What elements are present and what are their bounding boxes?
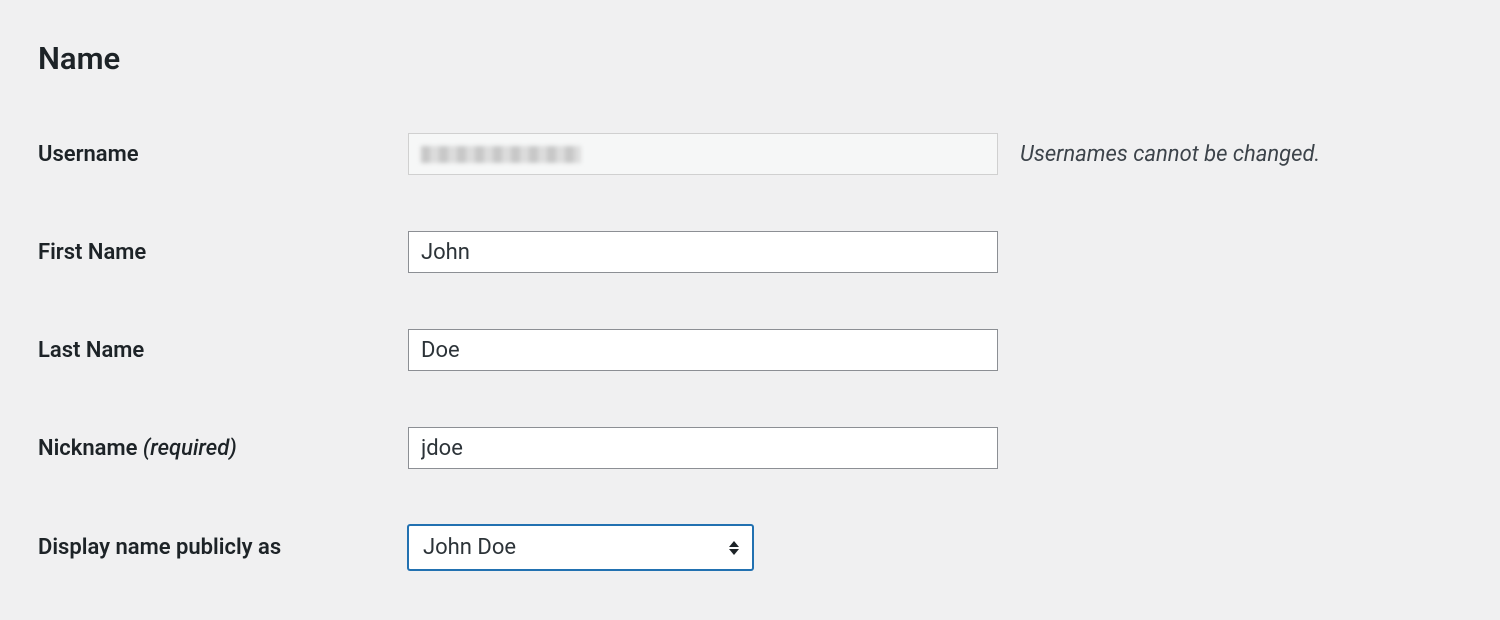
first-name-row: First Name <box>38 231 1462 273</box>
username-field <box>408 133 998 175</box>
nickname-required-text: (required) <box>143 436 237 461</box>
last-name-label: Last Name <box>38 338 408 363</box>
last-name-field[interactable] <box>408 329 998 371</box>
redacted-content <box>421 146 581 163</box>
section-heading: Name <box>38 40 1462 77</box>
display-name-row: Display name publicly as John Doe <box>38 525 1462 570</box>
first-name-label: First Name <box>38 240 408 265</box>
display-name-label: Display name publicly as <box>38 535 408 560</box>
nickname-field[interactable] <box>408 427 998 469</box>
username-label: Username <box>38 142 408 167</box>
nickname-row: Nickname (required) <box>38 427 1462 469</box>
nickname-label-text: Nickname <box>38 436 137 461</box>
display-name-select-wrapper: John Doe <box>408 525 753 570</box>
first-name-field[interactable] <box>408 231 998 273</box>
nickname-label: Nickname (required) <box>38 436 408 461</box>
username-help-text: Usernames cannot be changed. <box>1020 142 1320 167</box>
last-name-row: Last Name <box>38 329 1462 371</box>
display-name-select[interactable]: John Doe <box>408 525 753 570</box>
username-row: Username Usernames cannot be changed. <box>38 133 1462 175</box>
